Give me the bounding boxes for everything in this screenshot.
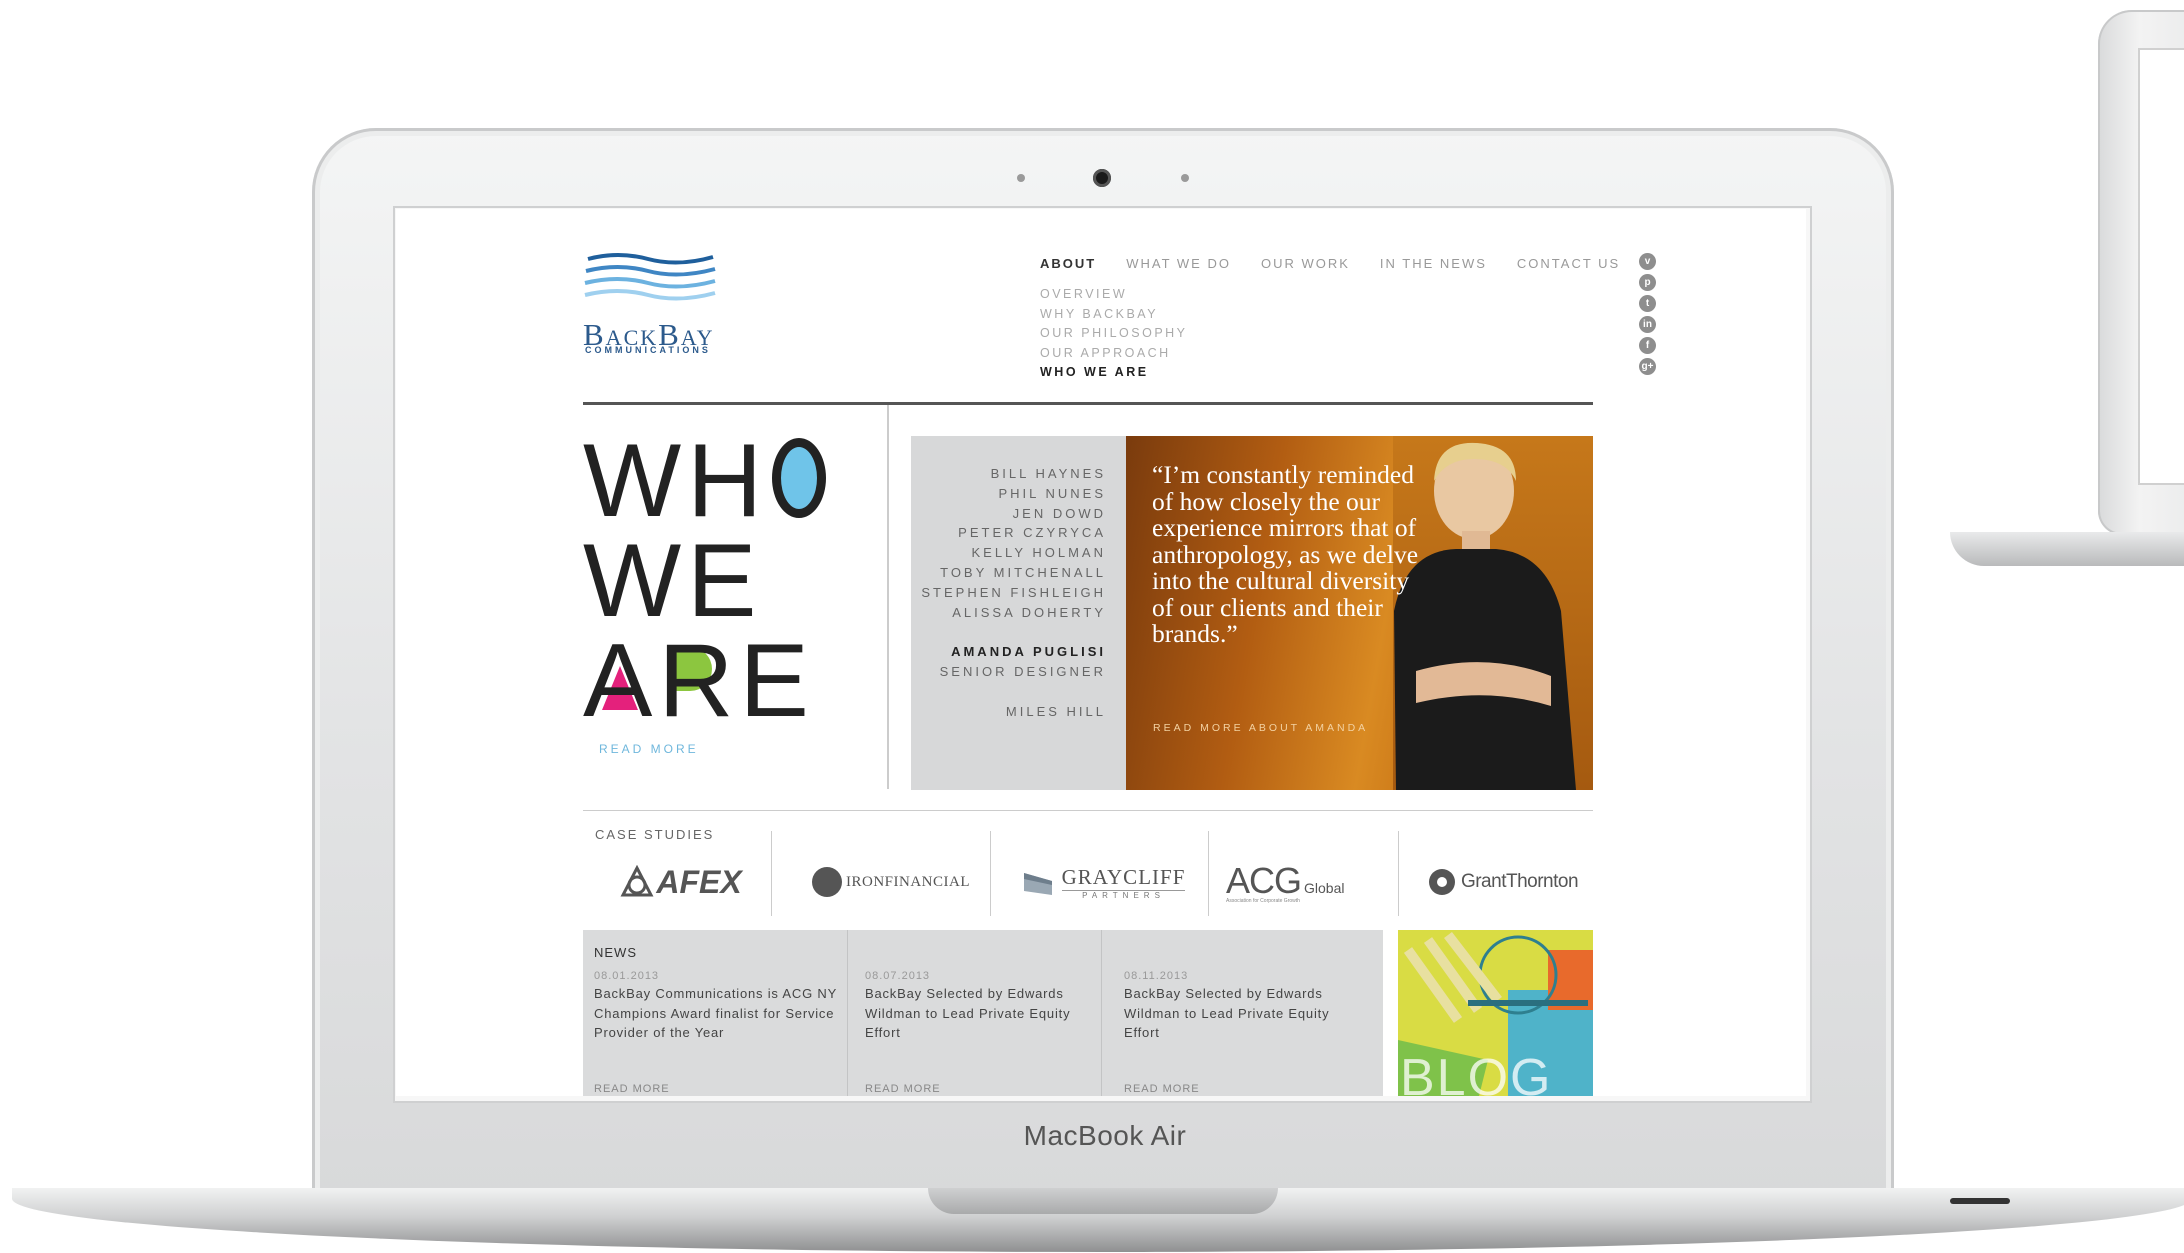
news-read-more[interactable]: READ MORE: [1124, 1083, 1200, 1095]
news-panel: NEWS 08.01.2013 BackBay Communications i…: [583, 930, 1383, 1096]
team-member[interactable]: TOBY MITCHENALL: [921, 563, 1106, 583]
news-column-divider: [1101, 930, 1102, 1096]
nav-our-work[interactable]: OUR WORK: [1261, 256, 1350, 271]
linkedin-icon[interactable]: in: [1639, 316, 1656, 333]
backbay-logo-waves[interactable]: [583, 249, 723, 311]
vimeo-icon[interactable]: v: [1639, 253, 1656, 270]
subnav-why-backbay[interactable]: WHY BACKBAY: [1040, 305, 1188, 325]
laptop-hinge-notch: [928, 1188, 1278, 1214]
news-date: 08.11.2013: [1124, 970, 1189, 982]
background-laptop-screen: [2138, 48, 2184, 485]
blog-label: BLOG: [1400, 1049, 1553, 1096]
news-read-more[interactable]: READ MORE: [594, 1083, 670, 1095]
news-date: 08.01.2013: [594, 970, 660, 982]
background-laptop-base: [1950, 532, 2184, 566]
sub-nav: OVERVIEW WHY BACKBAY OUR PHILOSOPHY OUR …: [1040, 285, 1188, 383]
graycliff-mark-icon: [1023, 873, 1052, 895]
case-study-grant-thornton-logo[interactable]: GrantThornton: [1416, 859, 1591, 905]
news-item[interactable]: 08.11.2013 BackBay Selected by Edwards W…: [1124, 958, 1369, 1096]
team-member[interactable]: KELLY HOLMAN: [921, 543, 1106, 563]
news-column-divider: [847, 930, 848, 1096]
case-studies-divider: [583, 810, 1593, 811]
subnav-our-approach[interactable]: OUR APPROACH: [1040, 344, 1188, 364]
hero-vertical-divider: [887, 405, 889, 789]
website-screen: BackBay COMMUNICATIONS ABOUT WHAT WE DO …: [396, 209, 1806, 1096]
news-date: 08.07.2013: [865, 970, 931, 982]
team-member[interactable]: STEPHEN FISHLEIGH: [921, 583, 1106, 603]
headline-letters-re: RE: [658, 623, 815, 739]
team-list-panel: BILL HAYNES PHIL NUNES JEN DOWD PETER CZ…: [911, 436, 1126, 790]
headline-line-1: WH: [583, 423, 769, 539]
main-nav: ABOUT WHAT WE DO OUR WORK IN THE NEWS CO…: [1040, 256, 1620, 271]
social-links: v p t in f g+: [1639, 253, 1656, 375]
hero-read-more-link[interactable]: READ MORE: [599, 742, 699, 756]
featured-member-name[interactable]: AMANDA PUGLISI: [921, 642, 1106, 662]
webcam-icon: [1093, 169, 1111, 187]
nav-contact-us[interactable]: CONTACT US: [1517, 256, 1620, 271]
featured-quote-panel: “I’m constantly reminded of how closely …: [1126, 436, 1593, 790]
team-member[interactable]: JEN DOWD: [921, 504, 1106, 524]
news-title[interactable]: BackBay Communications is ACG NY Champio…: [594, 984, 839, 1043]
case-study-graycliff-logo[interactable]: GRAYCLIFF PARTNERS: [1021, 859, 1186, 905]
case-study-afex-logo[interactable]: AFEX: [606, 859, 756, 905]
headline-letter-a: A: [583, 623, 659, 739]
team-member[interactable]: BILL HAYNES: [921, 464, 1106, 484]
camera-sensor-right: [1181, 174, 1189, 182]
nav-about[interactable]: ABOUT: [1040, 256, 1096, 271]
news-title[interactable]: BackBay Selected by Edwards Wildman to L…: [865, 984, 1110, 1043]
subnav-overview[interactable]: OVERVIEW: [1040, 285, 1188, 305]
grant-thornton-mark-icon: [1428, 869, 1455, 895]
team-member[interactable]: PHIL NUNES: [921, 484, 1106, 504]
news-read-more[interactable]: READ MORE: [865, 1083, 941, 1095]
case-studies-label: CASE STUDIES: [595, 827, 715, 842]
team-member[interactable]: MILES HILL: [921, 702, 1106, 722]
facebook-icon[interactable]: f: [1639, 337, 1656, 354]
subnav-who-we-are[interactable]: WHO WE ARE: [1040, 363, 1188, 383]
afex-mark-icon: [620, 865, 654, 897]
camera-sensor-left: [1017, 174, 1025, 182]
device-brand-label: MacBook Air: [1023, 1120, 1187, 1151]
case-study-divider: [771, 831, 772, 916]
team-list: BILL HAYNES PHIL NUNES JEN DOWD PETER CZ…: [921, 464, 1106, 722]
headline-line-2: WE: [583, 523, 763, 639]
pinterest-icon[interactable]: p: [1639, 274, 1656, 291]
quote-read-more-link[interactable]: READ MORE ABOUT AMANDA: [1153, 722, 1368, 734]
laptop-port: [1950, 1198, 2010, 1204]
headline-blue-o: [772, 438, 827, 518]
logo-subtitle: COMMUNICATIONS: [585, 345, 711, 355]
case-study-divider: [1208, 831, 1209, 916]
team-member[interactable]: PETER CZYRYCA: [921, 523, 1106, 543]
case-study-divider: [1398, 831, 1399, 916]
news-item[interactable]: 08.07.2013 BackBay Selected by Edwards W…: [865, 958, 1110, 1096]
background-laptop-lid: [2098, 10, 2184, 535]
iron-financial-seal-icon: [812, 867, 842, 897]
featured-quote-text: “I’m constantly reminded of how closely …: [1152, 460, 1419, 648]
hero-headline: WH WE A RE: [583, 429, 827, 739]
blog-tile[interactable]: BLOG: [1398, 930, 1593, 1096]
header-divider: [583, 402, 1593, 405]
google-plus-icon[interactable]: g+: [1639, 358, 1656, 375]
news-title[interactable]: BackBay Selected by Edwards Wildman to L…: [1124, 984, 1369, 1043]
twitter-icon[interactable]: t: [1639, 295, 1656, 312]
nav-in-the-news[interactable]: IN THE NEWS: [1380, 256, 1487, 271]
team-member[interactable]: ALISSA DOHERTY: [921, 603, 1106, 623]
case-study-divider: [990, 831, 991, 916]
case-study-iron-financial-logo[interactable]: IRONFINANCIAL: [806, 859, 976, 905]
subnav-our-philosophy[interactable]: OUR PHILOSOPHY: [1040, 324, 1188, 344]
case-study-acg-logo[interactable]: ACG Global Association for Corporate Grow…: [1226, 859, 1386, 905]
nav-what-we-do[interactable]: WHAT WE DO: [1126, 256, 1231, 271]
featured-member-role: SENIOR DESIGNER: [939, 664, 1106, 680]
news-item[interactable]: 08.01.2013 BackBay Communications is ACG…: [594, 958, 839, 1096]
